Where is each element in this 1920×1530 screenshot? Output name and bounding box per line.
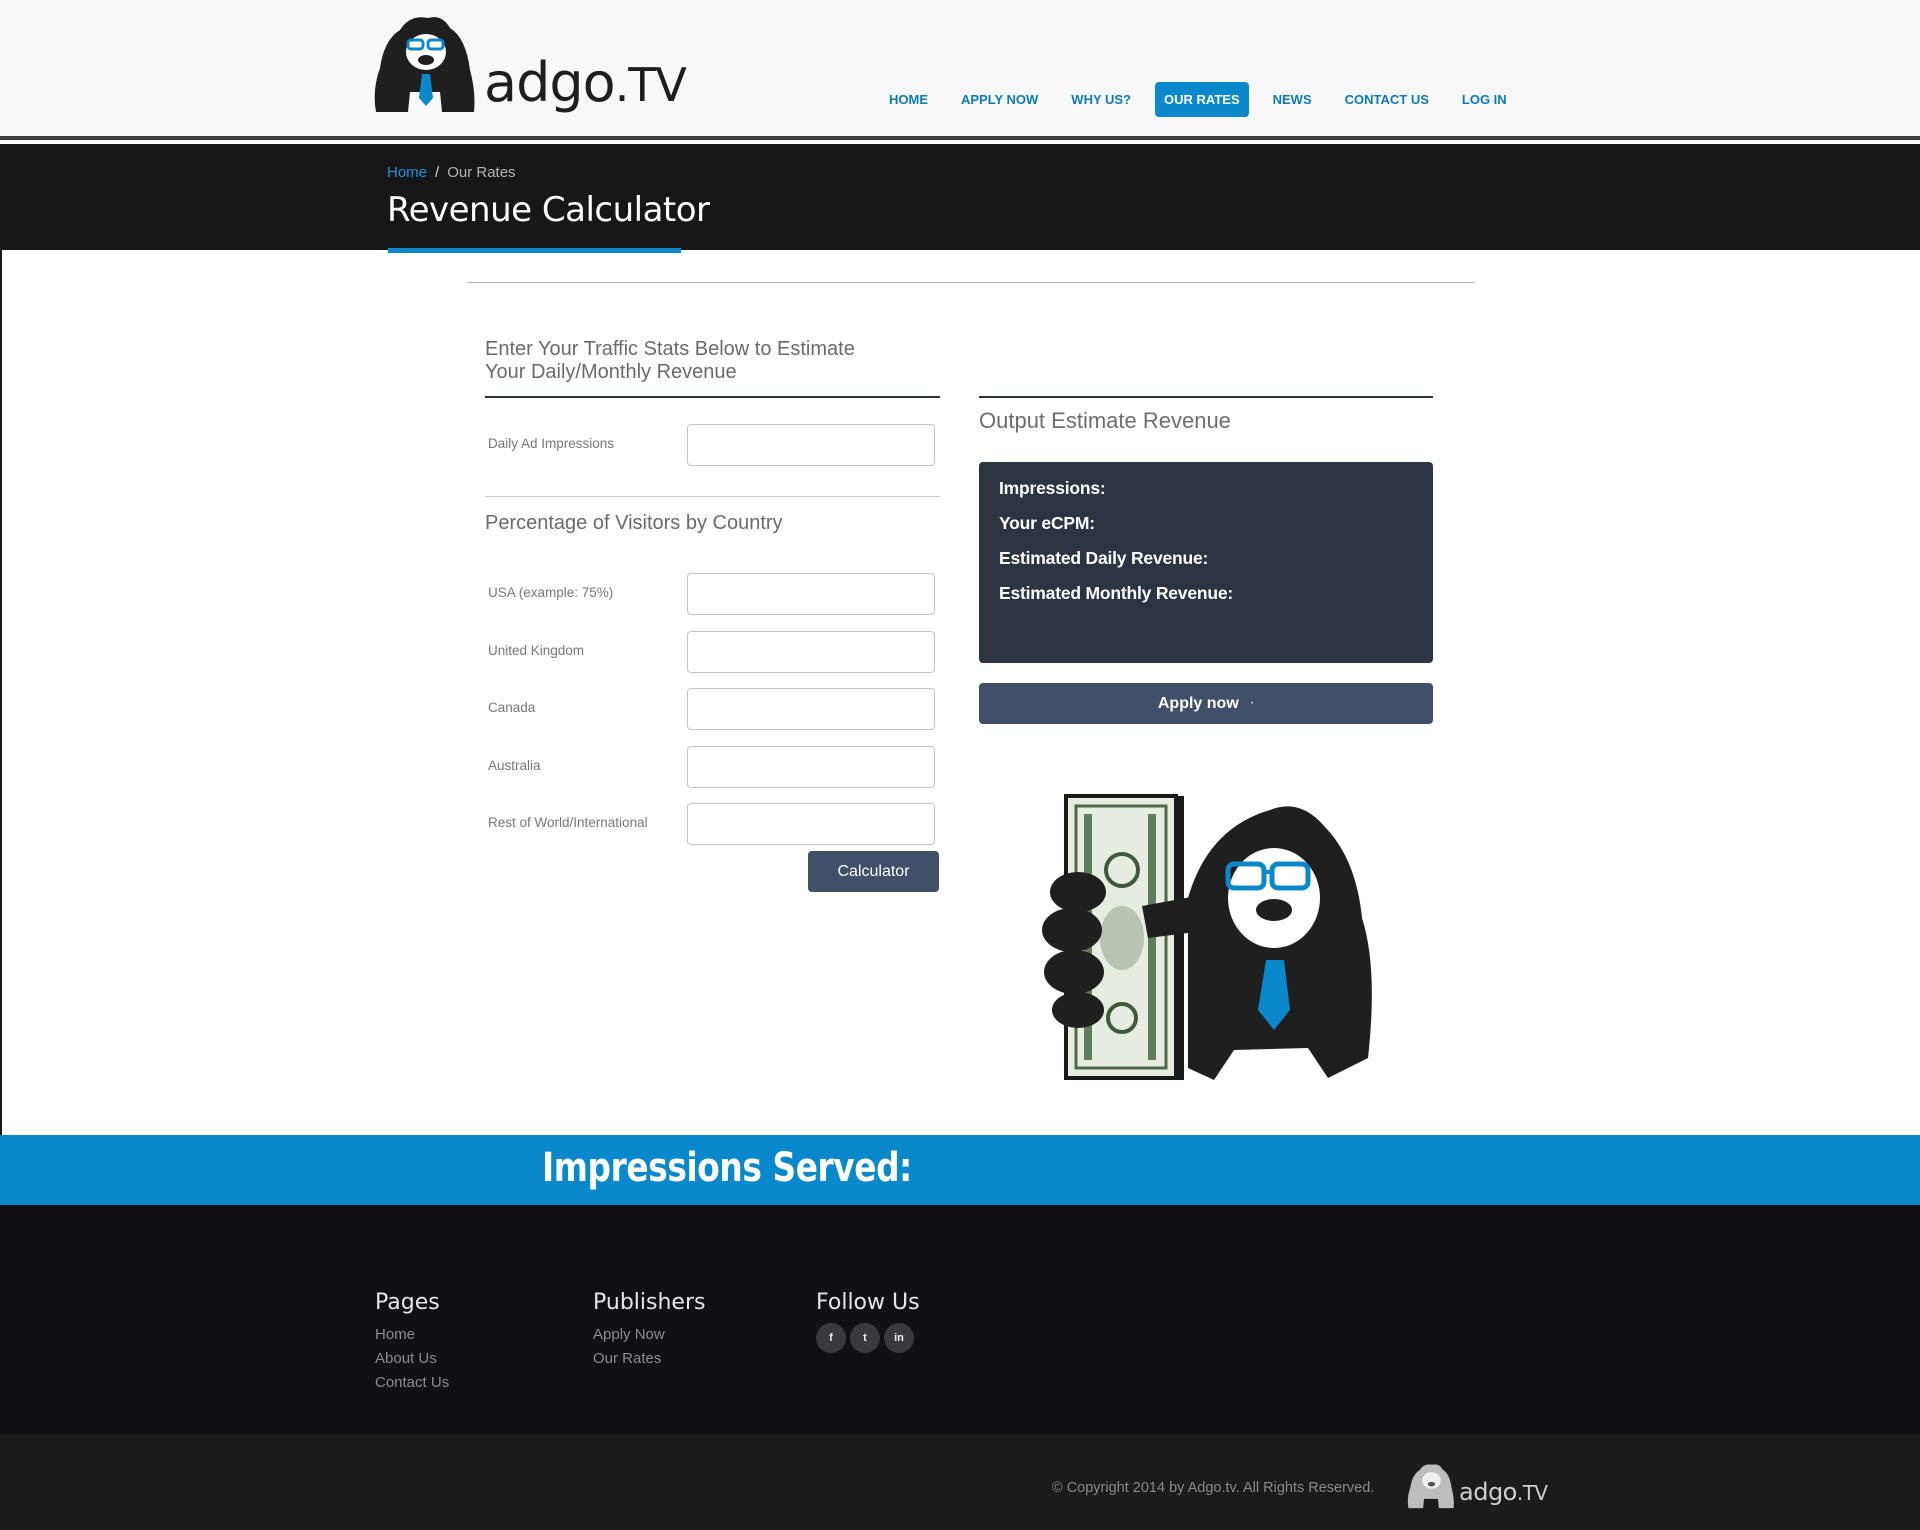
daily-impressions-input[interactable] <box>687 424 935 466</box>
footer-follow-title: Follow Us <box>816 1290 920 1315</box>
impressions-served-band: Impressions Served: <box>0 1135 1920 1205</box>
output-monthly-revenue: Estimated Monthly Revenue: <box>999 583 1234 603</box>
breadcrumb-home-link[interactable]: Home <box>387 164 427 181</box>
site-logo[interactable]: adgo.TV <box>370 12 687 116</box>
apply-now-dot: · <box>1250 697 1255 709</box>
footer-follow-column: Follow Us f t in <box>816 1290 920 1353</box>
footer-pages-title: Pages <box>375 1290 440 1315</box>
breadcrumb-current: Our Rates <box>447 164 516 181</box>
country-row-rest-of-world: Rest of World/International <box>485 803 940 845</box>
countries-heading: Percentage of Visitors by Country <box>485 512 783 534</box>
australia-label: Australia <box>488 758 541 773</box>
nav-our-rates[interactable]: OUR RATES <box>1155 82 1249 117</box>
footer-logo-wordmark: adgo.TV <box>1459 1478 1548 1506</box>
main-nav: HOME APPLY NOW WHY US? OUR RATES NEWS CO… <box>880 82 1531 117</box>
usa-label: USA (example: 75%) <box>488 585 614 600</box>
title-band: Home / Our Rates Revenue Calculator <box>0 144 1920 250</box>
impressions-served-text: Impressions Served: <box>542 1145 912 1191</box>
footer-pages-column: Pages Home About Us Contact Us <box>375 1290 449 1395</box>
form-heading-line2: Your Daily/Monthly Revenue <box>485 361 737 383</box>
footer-link-about-us[interactable]: About Us <box>375 1347 449 1371</box>
page: adgo.TV HOME APPLY NOW WHY US? OUR RATES… <box>0 0 1920 1530</box>
nav-contact-us[interactable]: CONTACT US <box>1336 82 1438 117</box>
footer-link-our-rates[interactable]: Our Rates <box>593 1347 705 1371</box>
nav-news[interactable]: NEWS <box>1264 82 1321 117</box>
gorilla-holding-money-illustration <box>1042 794 1372 1080</box>
impressions-label: Daily Ad Impressions <box>488 436 615 451</box>
canada-label: Canada <box>488 700 536 715</box>
copyright-text: © Copyright 2014 by Adgo.tv. All Rights … <box>1052 1480 1375 1496</box>
impressions-row: Daily Ad Impressions <box>485 424 940 466</box>
content-divider <box>467 282 1475 283</box>
australia-input[interactable] <box>687 746 935 788</box>
canada-input[interactable] <box>687 688 935 730</box>
footer-link-contact-us[interactable]: Contact Us <box>375 1371 449 1395</box>
output-results-box: Impressions: Your eCPM: Estimated Daily … <box>979 462 1433 663</box>
country-row-uk: United Kingdom <box>485 631 940 673</box>
linkedin-icon[interactable]: in <box>884 1323 914 1353</box>
output-daily-revenue: Estimated Daily Revenue: <box>999 548 1209 568</box>
apply-now-button[interactable]: Apply now · <box>979 683 1433 724</box>
footer-publishers-title: Publishers <box>593 1290 706 1315</box>
uk-label: United Kingdom <box>488 643 585 658</box>
logo-wordmark: adgo.TV <box>484 51 687 114</box>
twitter-icon[interactable]: t <box>850 1323 880 1353</box>
nav-log-in[interactable]: LOG IN <box>1453 82 1516 117</box>
breadcrumb: Home / Our Rates <box>387 164 516 181</box>
page-title: Revenue Calculator <box>387 190 710 230</box>
rest-of-world-label: Rest of World/International <box>488 815 648 830</box>
rest-of-world-input[interactable] <box>687 803 935 845</box>
social-icons: f t in <box>816 1323 920 1353</box>
output-impressions: Impressions: <box>999 478 1106 498</box>
footer-link-home[interactable]: Home <box>375 1323 449 1347</box>
gorilla-logo-icon <box>1407 1464 1454 1509</box>
country-row-australia: Australia <box>485 746 940 788</box>
form-heading-rule <box>485 396 940 398</box>
calculate-button[interactable]: Calculator <box>808 851 939 892</box>
output-heading: Output Estimate Revenue <box>979 408 1231 433</box>
output-panel: Output Estimate Revenue Impressions: You… <box>979 396 1433 724</box>
footer-bottom-bar <box>0 1435 1920 1530</box>
form-section-rule <box>485 496 940 497</box>
gorilla-logo-icon <box>374 17 475 112</box>
footer-logo[interactable]: adgo.TV <box>1405 1462 1548 1510</box>
uk-input[interactable] <box>687 631 935 673</box>
site-header: adgo.TV HOME APPLY NOW WHY US? OUR RATES… <box>0 0 1920 140</box>
facebook-icon[interactable]: f <box>816 1323 846 1353</box>
form-heading-line1: Enter Your Traffic Stats Below to Estima… <box>485 338 855 360</box>
footer-link-apply-now[interactable]: Apply Now <box>593 1323 705 1347</box>
form-heading: Enter Your Traffic Stats Below to Estima… <box>485 338 855 384</box>
nav-why-us[interactable]: WHY US? <box>1062 82 1140 117</box>
nav-apply-now[interactable]: APPLY NOW <box>952 82 1047 117</box>
title-underline <box>388 248 681 253</box>
breadcrumb-separator: / <box>435 164 440 181</box>
footer-publishers-column: Publishers Apply Now Our Rates <box>593 1290 705 1371</box>
country-row-canada: Canada <box>485 688 940 730</box>
country-row-usa: USA (example: 75%) <box>485 573 940 615</box>
left-frame-border <box>0 250 2 1135</box>
output-ecpm: Your eCPM: <box>999 513 1095 533</box>
apply-now-label: Apply now <box>1157 694 1239 712</box>
usa-input[interactable] <box>687 573 935 615</box>
nav-home[interactable]: HOME <box>880 82 937 117</box>
output-heading-rule <box>979 396 1433 398</box>
